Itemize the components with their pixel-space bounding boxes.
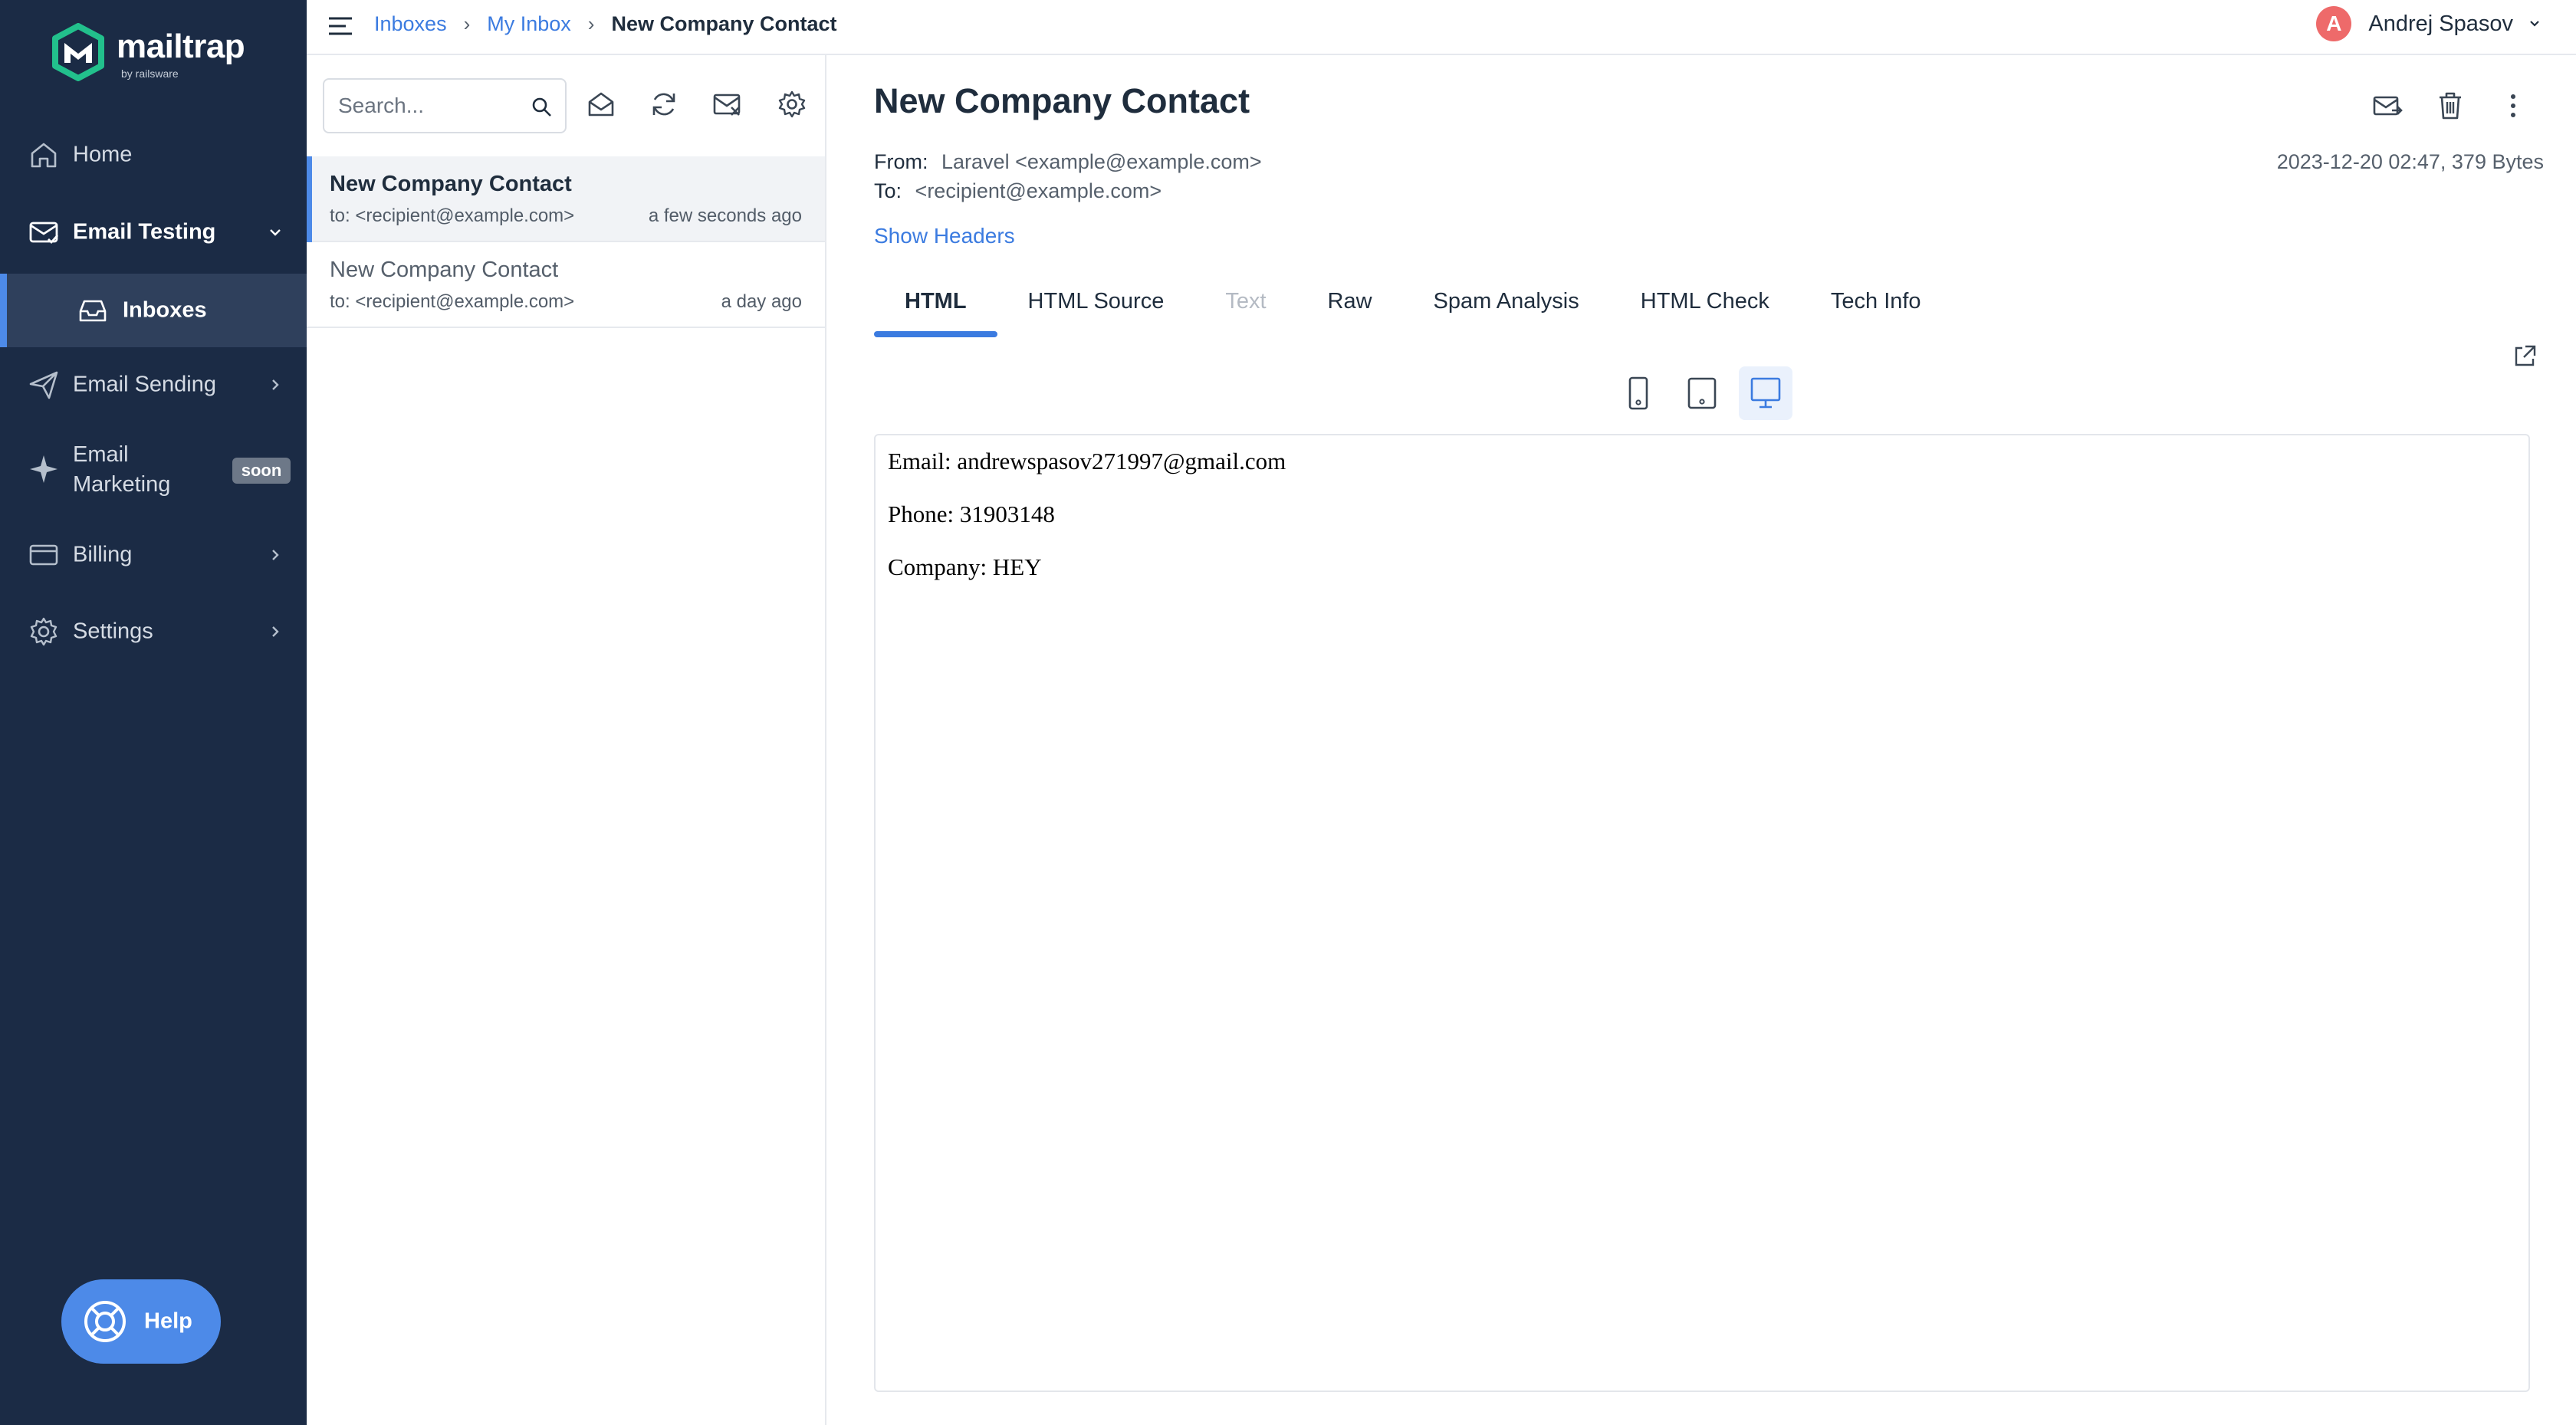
- breadcrumb-current: New Company Contact: [611, 12, 837, 35]
- from-label: From:: [874, 150, 928, 173]
- message-time: a day ago: [721, 291, 802, 312]
- mobile-view-button[interactable]: [1612, 366, 1665, 420]
- to-label: To:: [874, 179, 902, 202]
- message-detail: New Company Contact From: Laravel <examp…: [826, 55, 2576, 1425]
- mailtrap-logo[interactable]: mailtrap by railsware: [51, 23, 250, 84]
- view-tabs: HTML HTML Source Text Raw Spam Analysis …: [874, 282, 1952, 337]
- nav-inboxes-label: Inboxes: [123, 297, 207, 323]
- email-body-line: Email: andrewspasov271997@gmail.com: [888, 448, 1286, 474]
- search-box[interactable]: [323, 78, 567, 133]
- breadcrumb-separator: ›: [463, 12, 471, 35]
- trash-icon[interactable]: [2433, 89, 2467, 123]
- user-menu[interactable]: A Andrej Spasov: [2316, 6, 2542, 41]
- nav-settings[interactable]: Settings: [0, 595, 307, 668]
- mobile-icon: [1628, 376, 1648, 410]
- tablet-icon: [1687, 377, 1717, 409]
- chevron-right-icon: [272, 626, 279, 637]
- message-actions: [2341, 89, 2530, 123]
- selected-indicator: [307, 156, 312, 242]
- gear-icon[interactable]: [777, 89, 807, 120]
- show-headers-link[interactable]: Show Headers: [874, 224, 1015, 248]
- breadcrumb: Inboxes › My Inbox › New Company Contact: [374, 12, 837, 36]
- to-row: To: <recipient@example.com>: [874, 179, 1162, 203]
- message-recipient: to: <recipient@example.com>: [330, 205, 575, 226]
- tab-spam-analysis[interactable]: Spam Analysis: [1403, 282, 1610, 337]
- mailtrap-logo-icon: [52, 23, 104, 81]
- message-subject: New Company Contact: [330, 258, 559, 282]
- desktop-icon: [1750, 377, 1781, 409]
- tab-html-source[interactable]: HTML Source: [997, 282, 1195, 337]
- inbox-icon: [79, 300, 107, 322]
- nav-billing[interactable]: Billing: [0, 518, 307, 592]
- user-name: Andrej Spasov: [2368, 11, 2513, 36]
- nav-inboxes[interactable]: Inboxes: [0, 274, 307, 347]
- send-icon: [29, 371, 58, 399]
- message-recipient: to: <recipient@example.com>: [330, 291, 575, 312]
- message-meta: 2023-12-20 02:47, 379 Bytes: [2276, 150, 2544, 173]
- message-subject: New Company Contact: [330, 172, 572, 196]
- search-input[interactable]: [338, 90, 522, 121]
- mark-read-icon[interactable]: [586, 89, 616, 120]
- breadcrumb-my-inbox[interactable]: My Inbox: [487, 12, 571, 36]
- tab-html-check[interactable]: HTML Check: [1610, 282, 1800, 337]
- tab-text: Text: [1225, 289, 1267, 314]
- message-item[interactable]: New Company Contact to: <recipient@examp…: [307, 242, 825, 328]
- chevron-right-icon: [272, 550, 279, 560]
- email-testing-icon: [29, 222, 59, 245]
- nav-email-marketing-line1: Email: [73, 442, 129, 467]
- tablet-view-button[interactable]: [1675, 366, 1729, 420]
- sidebar: mailtrap by railsware Home Email Testing…: [0, 0, 307, 1425]
- breadcrumb-separator: ›: [587, 12, 595, 35]
- email-preview: Email: andrewspasov271997@gmail.com Phon…: [874, 434, 2530, 1392]
- email-body-line: Phone: 31903148: [888, 501, 1055, 527]
- soon-badge: soon: [232, 458, 291, 484]
- home-icon: [31, 143, 57, 168]
- nav-billing-label: Billing: [73, 542, 133, 567]
- nav-home-label: Home: [73, 142, 133, 167]
- desktop-view-button[interactable]: [1739, 366, 1792, 420]
- more-icon[interactable]: [2496, 89, 2530, 123]
- breadcrumb-inboxes[interactable]: Inboxes: [374, 12, 447, 36]
- message-list-panel: New Company Contact to: <recipient@examp…: [307, 55, 826, 1425]
- chevron-down-icon: [2530, 21, 2539, 27]
- nav-email-marketing-label: Email Marketing: [73, 440, 170, 500]
- menu-icon[interactable]: [327, 12, 354, 40]
- active-indicator: [0, 274, 7, 347]
- logo-text: mailtrap: [117, 28, 245, 65]
- help-label: Help: [144, 1308, 192, 1334]
- nav-email-sending[interactable]: Email Sending: [0, 348, 307, 422]
- nav-email-marketing-line2: Marketing: [73, 472, 171, 497]
- top-bar: Inboxes › My Inbox › New Company Contact…: [307, 0, 2576, 55]
- help-button[interactable]: Help: [61, 1279, 221, 1364]
- to-value: <recipient@example.com>: [915, 179, 1162, 202]
- gear-icon: [30, 617, 58, 646]
- tab-raw[interactable]: Raw: [1297, 282, 1403, 337]
- nav-email-testing[interactable]: Email Testing: [0, 195, 307, 269]
- credit-card-icon: [29, 544, 58, 566]
- device-switcher: [1612, 366, 1802, 420]
- email-body-line: Company: HEY: [888, 553, 1042, 580]
- from-row: From: Laravel <example@example.com>: [874, 150, 1262, 174]
- nav-settings-label: Settings: [73, 619, 153, 644]
- tab-tech-info[interactable]: Tech Info: [1800, 282, 1952, 337]
- nav-email-sending-label: Email Sending: [73, 372, 216, 397]
- message-item[interactable]: New Company Contact to: <recipient@examp…: [307, 156, 825, 242]
- search-icon[interactable]: [531, 97, 553, 118]
- logo-subtitle: by railsware: [121, 67, 179, 80]
- refresh-icon[interactable]: [649, 89, 679, 120]
- message-time: a few seconds ago: [648, 205, 802, 226]
- from-value: Laravel <example@example.com>: [941, 150, 1262, 173]
- message-title: New Company Contact: [874, 81, 1250, 120]
- chevron-right-icon: [272, 379, 279, 390]
- sparkle-icon: [30, 455, 58, 483]
- chevron-down-icon: [270, 229, 281, 236]
- nav-home[interactable]: Home: [0, 118, 307, 192]
- open-in-new-window-icon[interactable]: [2512, 343, 2538, 369]
- avatar: A: [2316, 6, 2352, 41]
- clear-inbox-icon[interactable]: [711, 89, 742, 120]
- lifebuoy-icon: [84, 1301, 126, 1342]
- nav-email-testing-label: Email Testing: [73, 219, 216, 245]
- tab-html[interactable]: HTML: [874, 282, 997, 337]
- forward-email-icon[interactable]: [2371, 89, 2404, 123]
